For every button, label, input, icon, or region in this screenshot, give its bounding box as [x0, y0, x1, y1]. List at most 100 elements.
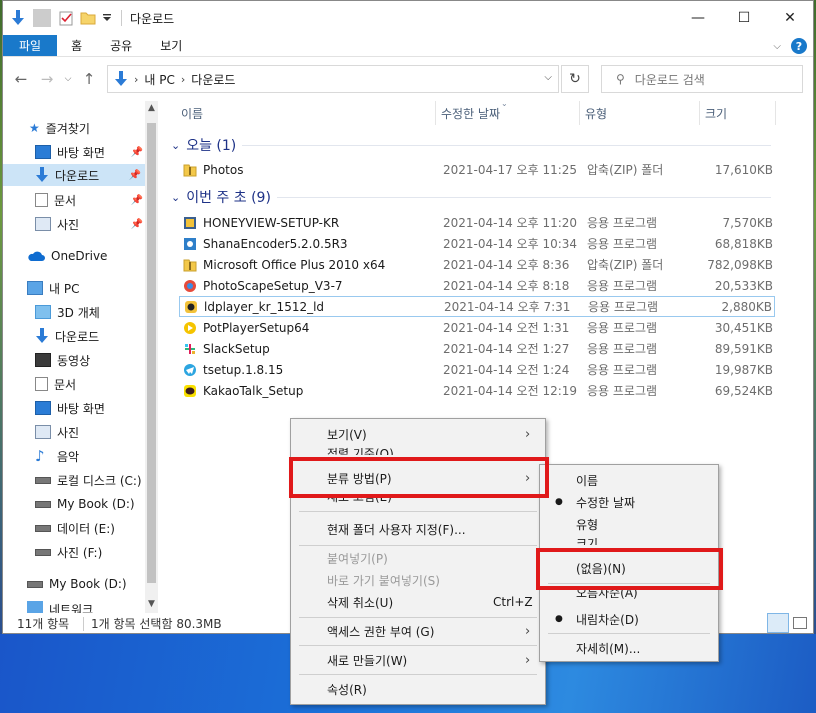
up-arrow-icon[interactable]: ↑ [79, 70, 99, 88]
sidebar-item-drive-f[interactable]: 사진 (F:) [35, 541, 102, 563]
sidebar-item-pc-documents[interactable]: 문서 [35, 373, 76, 395]
sidebar-item-desktop[interactable]: 바탕 화면 📌 [35, 141, 145, 163]
sidebar-item-pc-desktop[interactable]: 바탕 화면 [35, 397, 105, 419]
breadcrumb-downloads[interactable]: 다운로드 [191, 71, 235, 88]
menu-item-properties[interactable]: 속성(R) [291, 678, 545, 700]
file-size: 89,591KB [714, 341, 773, 356]
tab-share[interactable]: 공유 [96, 35, 146, 56]
address-bar[interactable]: › 내 PC › 다운로드 ⌵ [107, 65, 559, 93]
menu-item-paste[interactable]: 붙여넣기(P) [291, 547, 545, 569]
file-row[interactable]: PhotoScapeSetup_V3-7 2021-04-14 오후 8:18 응용… [179, 275, 775, 296]
refresh-icon[interactable]: ↻ [561, 65, 589, 93]
column-divider[interactable] [699, 101, 700, 125]
sidebar-item-videos[interactable]: 동영상 [35, 349, 90, 371]
sidebar-item-label: 로컬 디스크 (C:) [57, 473, 142, 488]
sidebar-item-pc-downloads[interactable]: 다운로드 [35, 325, 99, 347]
file-row[interactable]: PotPlayerSetup64 2021-04-14 오전 1:31 응용 프로그… [179, 317, 775, 338]
sidebar-item-drive-d[interactable]: My Book (D:) [35, 493, 135, 515]
sidebar-item-drive-c[interactable]: 로컬 디스크 (C:) [35, 469, 142, 491]
pin-icon[interactable]: 📌 [129, 170, 141, 181]
details-view-icon[interactable] [767, 613, 789, 633]
group-header-today[interactable]: ⌄ 오늘 (1) [171, 135, 771, 155]
breadcrumb-chevron-icon[interactable]: › [134, 73, 138, 86]
sidebar-item-downloads[interactable]: 다운로드 📌 [3, 164, 145, 186]
desktop-icon [35, 145, 51, 159]
collapse-chevron-icon[interactable]: ⌄ [171, 191, 180, 204]
file-row[interactable]: tsetup.1.8.15 2021-04-14 오전 1:24 응용 프로그램 19… [179, 359, 775, 380]
file-type: 응용 프로그램 [587, 342, 658, 356]
submenu-item-modified[interactable]: ● 수정한 날짜 [540, 491, 718, 513]
tab-file[interactable]: 파일 [3, 35, 58, 56]
back-arrow-icon[interactable]: ← [11, 70, 31, 88]
scroll-down-arrow-icon[interactable]: ▼ [148, 599, 155, 609]
sidebar-item-onedrive[interactable]: OneDrive [27, 245, 107, 267]
column-header-name[interactable]: 이름 [181, 101, 431, 125]
breadcrumb-this-pc[interactable]: 내 PC [144, 71, 174, 88]
sidebar-item-this-pc[interactable]: 내 PC [27, 277, 79, 299]
large-icons-view-icon[interactable] [793, 617, 807, 629]
file-row[interactable]: ldplayer_kr_1512_ld 2021-04-14 오후 7:31 응용 … [179, 296, 775, 317]
menu-item-customize-folder[interactable]: 현재 폴더 사용자 지정(F)... [291, 518, 545, 540]
search-box[interactable]: ⚲ 다운로드 검색 [601, 65, 803, 93]
menu-item-give-access[interactable]: 액세스 권한 부여 (G) › [291, 620, 545, 642]
column-divider[interactable] [775, 101, 776, 125]
menu-item-sort-by[interactable]: 정렬 기준(O) [291, 445, 545, 455]
close-button[interactable]: ✕ [767, 1, 813, 35]
properties-check-icon[interactable] [57, 9, 75, 27]
sidebar-item-network[interactable]: 네트워크 [27, 601, 93, 613]
submenu-item-descending[interactable]: ● 내림차순(D) [540, 608, 718, 630]
menu-item-paste-shortcut[interactable]: 바로 가기 붙여넣기(S) [291, 569, 545, 591]
menu-item-undo-delete[interactable]: 삭제 취소(U) Ctrl+Z [291, 591, 545, 613]
sidebar-item-music[interactable]: ♪ 음악 [35, 445, 79, 467]
pin-icon[interactable]: 📌 [131, 195, 143, 206]
menu-item-new[interactable]: 새로 만들기(W) › [291, 649, 545, 671]
tab-view[interactable]: 보기 [146, 35, 196, 56]
sidebar-item-3d-objects[interactable]: 3D 개체 [35, 301, 100, 323]
maximize-button[interactable]: ☐ [721, 1, 767, 35]
scroll-up-arrow-icon[interactable]: ▲ [148, 103, 155, 113]
sidebar-item-pictures[interactable]: 사진 📌 [35, 213, 145, 235]
file-row[interactable]: KakaoTalk_Setup 2021-04-14 오전 12:19 응용 프로그… [179, 380, 775, 401]
forward-arrow-icon[interactable]: → [37, 70, 57, 88]
column-header-size[interactable]: 크기 [705, 101, 775, 125]
column-divider[interactable] [435, 101, 436, 125]
file-row[interactable]: Photos 2021-04-17 오후 11:25 압축(ZIP) 폴더 17,61… [179, 159, 775, 180]
column-divider[interactable] [579, 101, 580, 125]
submenu-item-ascending[interactable]: 오름차순(A) [540, 589, 718, 601]
downloads-arrow-icon[interactable] [9, 9, 27, 27]
menu-item-label: 오름차순(A) [576, 589, 638, 600]
pin-icon[interactable]: 📌 [131, 219, 143, 230]
customize-dropdown-icon[interactable] [101, 9, 113, 27]
sidebar-item-external-drive[interactable]: My Book (D:) [27, 573, 127, 595]
file-row[interactable]: Microsoft Office Plus 2010 x64 2021-04-14… [179, 254, 775, 275]
highlight-box-group-by [289, 457, 549, 498]
recent-locations-chevron-icon[interactable]: ⌵ [63, 74, 73, 84]
pin-icon[interactable]: 📌 [131, 147, 143, 158]
sidebar-item-documents[interactable]: 문서 📌 [35, 189, 145, 211]
submenu-item-type[interactable]: 유형 [540, 513, 718, 535]
column-header-type[interactable]: 유형 [585, 101, 695, 125]
file-row[interactable]: HONEYVIEW-SETUP-KR 2021-04-14 오후 11:20 응용 … [179, 212, 775, 233]
new-folder-icon[interactable] [79, 9, 97, 27]
collapse-chevron-icon[interactable]: ⌄ [171, 139, 180, 152]
ribbon-expand-chevron-icon[interactable]: ⌵ [773, 41, 781, 52]
group-header-this-week[interactable]: ⌄ 이번 주 초 (9) [171, 187, 771, 207]
address-dropdown-icon[interactable]: ⌵ [544, 72, 552, 83]
sidebar-item-quick-access[interactable]: ★ 즐겨찾기 [29, 117, 90, 139]
help-icon[interactable]: ? [791, 38, 807, 54]
submenu-item-more[interactable]: 자세히(M)... [540, 637, 718, 659]
menu-item-view[interactable]: 보기(V) › [291, 423, 545, 445]
sidebar-item-label: 데이터 (E:) [57, 521, 115, 536]
sidebar-item-drive-e[interactable]: 데이터 (E:) [35, 517, 115, 539]
file-row[interactable]: ShanaEncoder5.2.0.5R3 2021-04-14 오후 10:34… [179, 233, 775, 254]
file-row[interactable]: SlackSetup 2021-04-14 오전 1:27 응용 프로그램 89,59… [179, 338, 775, 359]
navigation-pane: ★ 즐겨찾기 바탕 화면 📌 다운로드 📌 문서 📌 사진 📌 OneDrive [3, 101, 158, 613]
sidebar-item-pc-pictures[interactable]: 사진 [35, 421, 79, 443]
submenu-item-name[interactable]: 이름 [540, 469, 718, 491]
submenu-item-size[interactable]: 크기 [540, 535, 718, 545]
tab-home[interactable]: 홈 [57, 35, 96, 56]
minimize-button[interactable]: — [675, 1, 721, 35]
sidebar-scrollbar-thumb[interactable] [147, 123, 156, 583]
column-header-modified[interactable]: 수정한 날짜 [441, 101, 581, 125]
breadcrumb-chevron-icon[interactable]: › [181, 73, 185, 86]
